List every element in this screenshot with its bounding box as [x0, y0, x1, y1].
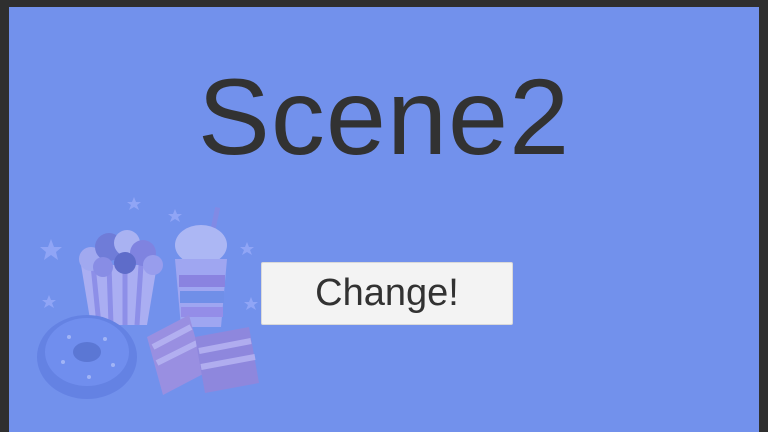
- game-viewport: Scene2 Change!: [9, 7, 759, 432]
- milkshake-icon: [175, 207, 227, 327]
- sweets-illustration-icon: [37, 197, 259, 399]
- change-scene-button[interactable]: Change!: [261, 262, 513, 325]
- app-frame: Scene2 Change!: [0, 0, 768, 432]
- change-button-label: Change!: [315, 272, 459, 314]
- popcorn-icon: [79, 230, 163, 326]
- donut-icon: [37, 315, 137, 399]
- scene-title: Scene2: [197, 56, 571, 177]
